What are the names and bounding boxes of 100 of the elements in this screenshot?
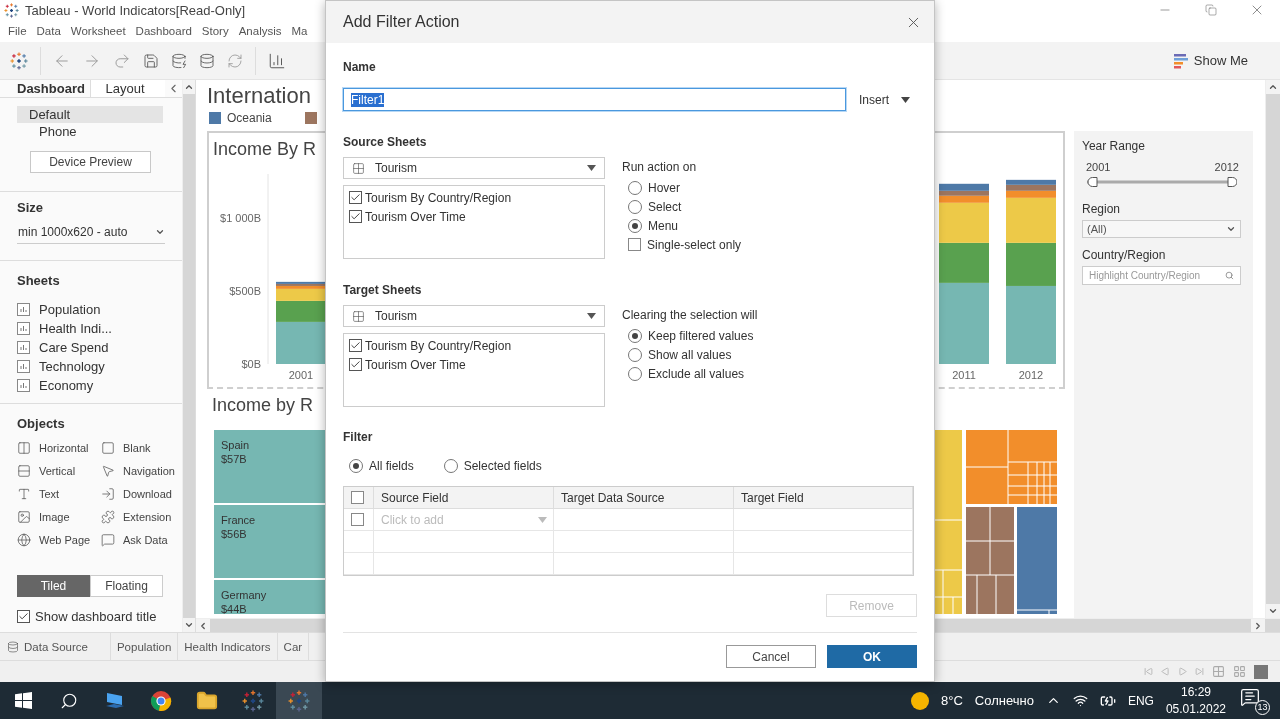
scroll-right-button[interactable] [1251,618,1265,633]
object-item[interactable]: Web Page [17,531,101,549]
sheet-item[interactable]: Economy [17,376,94,395]
app-logo-icon [4,2,19,18]
tile-value: $57B [221,452,248,466]
scroll-up-button[interactable] [1266,80,1280,94]
sheet-item[interactable]: Health Indi... [17,319,112,338]
ok-button[interactable]: OK [827,645,917,668]
object-item[interactable]: Horizontal [17,439,101,457]
new-worksheet-button[interactable] [268,51,286,70]
radio-button[interactable] [628,366,642,381]
filmstrip-view-icon[interactable] [1233,665,1246,678]
scroll-up-button[interactable] [183,80,195,94]
section-heading: Objects [17,416,66,431]
device-item[interactable]: Phone [17,123,163,140]
layout-mode-toggle[interactable]: Tiled [17,575,90,597]
notifications-button[interactable]: 13 [1238,686,1270,715]
scroll-down-button[interactable] [183,618,195,632]
dashboard-title: Internation [207,83,311,109]
axis-label: $500B [229,284,261,297]
insert-button[interactable]: Insert [859,92,910,107]
cancel-button[interactable]: Cancel [726,645,816,668]
sheet-dropdown[interactable]: Tourism [343,305,605,327]
show-me-button[interactable]: Show Me [1167,51,1254,70]
name-field[interactable]: Filter1 [343,88,846,111]
object-item[interactable]: Download [101,485,181,503]
scrollbar[interactable] [1265,80,1280,618]
radio-label: Keep filtered values [648,328,754,343]
object-item[interactable]: Extension [101,508,181,526]
checkbox[interactable] [17,610,30,623]
size-select[interactable]: min 1000x620 - auto [17,223,165,244]
chevron-left-icon [198,620,208,631]
object-item[interactable]: Blank [101,439,181,457]
image-icon [17,510,31,524]
radio-button[interactable] [628,218,642,233]
save-button[interactable] [143,52,159,69]
chart-title: Income By R [213,139,317,161]
menu-item[interactable]: Worksheet [70,25,126,37]
sheet-icon [17,303,30,316]
sorter-view-icon[interactable] [1212,665,1225,678]
object-item[interactable]: Vertical [17,462,101,480]
radio-button[interactable] [443,458,458,473]
search-field[interactable]: Highlight Country/Region [1082,266,1241,285]
sheet-item[interactable]: Care Spend [17,338,109,357]
axis-label: $1 000B [220,211,261,224]
checkbox[interactable] [351,491,364,504]
range-slider[interactable] [1087,176,1237,188]
dialog-title: Add Filter Action [343,13,460,31]
refresh-button[interactable] [227,52,243,69]
pointer-icon [101,464,115,478]
sheet-item[interactable]: Population [17,300,101,319]
sheet-item[interactable]: Technology [17,357,105,376]
redo-button[interactable] [113,51,131,70]
object-item[interactable]: Text [17,485,101,503]
language-indicator[interactable]: ENG [1127,693,1154,708]
checkbox[interactable] [628,238,641,251]
radio-button[interactable] [628,347,642,362]
window-title: Tableau - World Indicators[Read-Only] [25,2,246,18]
menu-item[interactable]: Data [36,25,61,37]
puzzle-icon [101,510,115,524]
range-start-label: 2001 [1086,161,1111,173]
region-select[interactable]: (All) [1082,220,1241,238]
pause-updates-button[interactable] [199,52,215,69]
checkbox[interactable] [349,358,362,371]
menu-item[interactable]: File [8,25,27,37]
menu-item[interactable]: Analysis [238,25,282,37]
menu-item[interactable]: Story [201,25,229,37]
radio-label: Menu [648,218,679,233]
section-heading: Target Sheets [343,283,423,297]
menu-item[interactable]: Ma [291,25,308,37]
clock[interactable]: 16:29 05.01.2022 [1165,683,1226,718]
radio-button[interactable] [349,458,363,473]
radio-button[interactable] [628,180,642,195]
radio-label: Select [648,199,682,214]
checkbox[interactable] [349,339,362,352]
object-item[interactable]: Image [17,508,101,526]
wifi-icon[interactable] [1072,693,1088,708]
radio-button[interactable] [628,199,642,214]
panel-tab[interactable]: Layout [90,80,165,97]
scrollbar[interactable] [182,80,195,632]
caret-icon [155,227,165,237]
checkbox[interactable] [349,210,362,223]
filter-label: Region [1082,202,1122,216]
scroll-down-button[interactable] [1266,604,1280,618]
sheet-dropdown[interactable]: Tourism [343,157,605,179]
filter-label: Country/Region [1082,248,1167,262]
device-preview-button[interactable]: Device Preview [30,151,151,173]
tab-view-icon[interactable] [1254,664,1268,679]
radio-button[interactable] [628,328,642,343]
menu-item[interactable]: Dashboard [135,25,192,37]
checkbox[interactable] [349,191,362,204]
checkbox[interactable] [351,513,364,526]
object-item[interactable]: Navigation [101,462,181,480]
scroll-left-button[interactable] [196,618,210,633]
object-item[interactable]: Ask Data [101,531,181,549]
weather-text: Солнечно [974,693,1034,708]
layout-mode-toggle[interactable]: Floating [90,575,163,597]
device-item[interactable]: Default [17,106,163,123]
globe-icon [17,533,31,547]
new-data-source-button[interactable] [171,52,187,69]
